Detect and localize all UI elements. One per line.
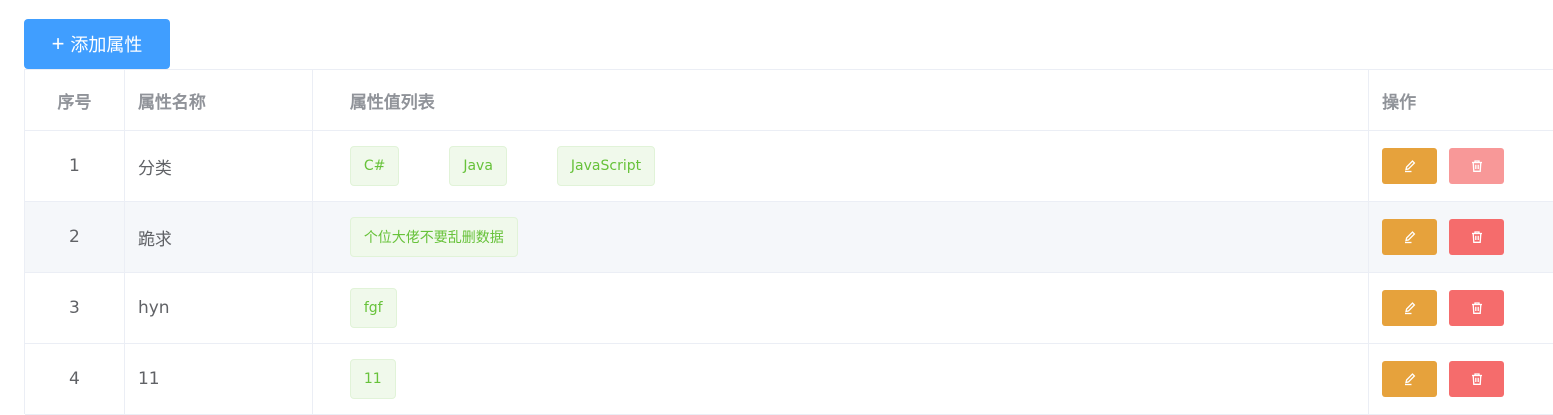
delete-icon [1470, 230, 1484, 244]
delete-button[interactable] [1449, 219, 1505, 255]
row-attribute-name: 跪求 [125, 202, 313, 272]
row-ops [1369, 344, 1553, 414]
row-ops [1369, 273, 1553, 343]
row-index: 3 [25, 273, 125, 343]
delete-button[interactable] [1449, 361, 1505, 397]
row-index: 1 [25, 131, 125, 201]
attribute-value-tag[interactable]: 11 [349, 359, 396, 399]
row-attribute-name: 11 [125, 344, 313, 414]
table-header: 序号 属性名称 属性值列表 操作 [25, 70, 1553, 131]
header-ops: 操作 [1382, 92, 1417, 113]
attribute-value-tag[interactable]: fgf [349, 288, 397, 328]
row-values: fgf [313, 273, 1370, 343]
row-attribute-name: hyn [125, 273, 313, 343]
delete-icon [1470, 372, 1484, 386]
delete-icon [1470, 301, 1484, 315]
attribute-value-tag[interactable]: Java [449, 146, 507, 186]
row-ops [1369, 202, 1553, 272]
edit-icon [1403, 372, 1417, 386]
delete-icon [1470, 159, 1484, 173]
header-values: 属性值列表 [313, 70, 1370, 130]
edit-button[interactable] [1382, 361, 1438, 397]
row-index: 2 [25, 202, 125, 272]
table-row: 2 跪求 个位大佬不要乱删数据 [25, 202, 1553, 273]
table-row: 3 hyn fgf [25, 273, 1553, 344]
row-ops [1369, 131, 1553, 201]
row-attribute-name: 分类 [125, 131, 313, 201]
table-row: 1 分类 C# Java JavaScript [25, 131, 1553, 202]
header-name: 属性名称 [125, 70, 313, 130]
edit-icon [1403, 301, 1417, 315]
attribute-value-tag[interactable]: 个位大佬不要乱删数据 [349, 217, 518, 257]
add-attribute-button[interactable]: + 添加属性 [24, 19, 170, 69]
row-index: 4 [25, 344, 125, 414]
plus-icon: + [51, 31, 65, 56]
table-row: 4 11 11 [25, 344, 1553, 415]
add-attribute-label: 添加属性 [70, 35, 143, 55]
row-values: 11 [313, 344, 1370, 414]
row-values: 个位大佬不要乱删数据 [313, 202, 1370, 272]
attribute-value-tag[interactable]: C# [349, 146, 400, 186]
edit-button[interactable] [1382, 148, 1438, 184]
delete-button[interactable] [1449, 290, 1505, 326]
edit-icon [1403, 230, 1417, 244]
edit-button[interactable] [1382, 219, 1438, 255]
edit-icon [1403, 159, 1417, 173]
delete-button[interactable] [1449, 148, 1505, 184]
attribute-table: 序号 属性名称 属性值列表 操作 1 分类 C# Java JavaScript 2… [24, 69, 1553, 415]
row-values: C# Java JavaScript [313, 131, 1370, 201]
attribute-value-tag[interactable]: JavaScript [556, 146, 656, 186]
edit-button[interactable] [1382, 290, 1438, 326]
header-index: 序号 [25, 70, 125, 130]
